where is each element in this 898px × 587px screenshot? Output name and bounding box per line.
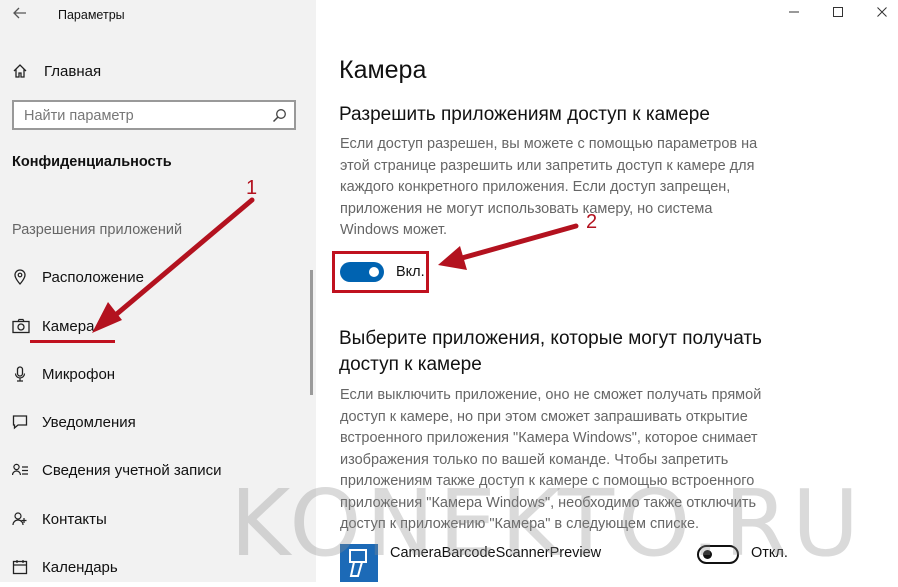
back-arrow-icon[interactable] <box>12 5 28 21</box>
annotation-highlight-box <box>332 251 429 293</box>
sidebar-item-label: Главная <box>44 62 102 80</box>
sidebar-item-account-info[interactable]: Сведения учетной записи <box>11 459 222 481</box>
choose-desc-line: встроенного приложения "Камера Windows",… <box>340 430 758 446</box>
sidebar-item-microphone[interactable]: Микрофон <box>12 363 115 385</box>
location-pin-icon <box>12 269 28 285</box>
search-icon[interactable] <box>272 108 287 123</box>
home-icon <box>12 63 28 79</box>
allow-desc-line: Если доступ разрешен, вы можете с помощь… <box>340 136 758 152</box>
choose-heading-line: Выберите приложения, которые могут получ… <box>339 328 762 349</box>
choose-desc-line: Если выключить приложение, оно не сможет… <box>340 387 762 403</box>
allow-heading: Разрешить приложениям доступ к камере <box>339 104 710 125</box>
allow-desc-line: приложения не могут использовать камеру,… <box>340 200 713 217</box>
choose-heading-line: доступ к камере <box>339 354 482 375</box>
close-icon[interactable] <box>872 4 892 22</box>
camera-icon <box>12 318 30 334</box>
sidebar-item-camera[interactable]: Камера <box>12 315 94 337</box>
group-label: Разрешения приложений <box>12 222 183 238</box>
allow-desc-line: каждого конкретного приложения. Если дос… <box>340 179 731 195</box>
minimize-icon[interactable] <box>784 4 804 22</box>
search-input[interactable]: Найти параметр <box>12 100 296 130</box>
sidebar-item-label: Камера <box>42 317 95 335</box>
sidebar-item-notifications[interactable]: Уведомления <box>12 411 136 433</box>
sidebar-item-home[interactable]: Главная <box>12 60 101 82</box>
choose-heading: Выберите приложения, которые могут получ… <box>339 326 762 378</box>
sidebar-item-calendar[interactable]: Календарь <box>12 556 118 578</box>
window-title: Параметры <box>58 8 125 22</box>
sidebar-item-label: Календарь <box>42 558 118 576</box>
choose-desc-line: изображения только по вашей команде. Что… <box>340 451 729 468</box>
chat-bubble-icon <box>12 414 28 430</box>
calendar-icon <box>12 559 28 575</box>
choose-desc-line: доступ к камере, но при этом сможет запр… <box>340 408 748 425</box>
sidebar-item-label: Уведомления <box>42 413 136 431</box>
page-title: Камера <box>339 56 427 84</box>
sidebar-item-label: Сведения учетной записи <box>42 461 222 479</box>
annotation-marker-2: 2 <box>586 211 598 233</box>
sidebar-item-location[interactable]: Расположение <box>12 266 144 288</box>
allow-desc-line: этой странице разрешить или запретить до… <box>340 157 755 174</box>
sidebar-item-label: Микрофон <box>42 365 116 383</box>
sidebar-item-label: Контакты <box>42 510 107 528</box>
allow-desc-line: Windows может. <box>340 222 448 238</box>
search-placeholder: Найти параметр <box>24 108 134 124</box>
sidebar-item-contacts[interactable]: Контакты <box>12 508 107 530</box>
allow-description: Если доступ разрешен, вы можете с помощь… <box>340 134 780 242</box>
sidebar-item-label: Расположение <box>42 268 144 286</box>
section-title: Конфиденциальность <box>12 154 172 170</box>
annotation-underline <box>30 340 115 343</box>
account-info-icon <box>11 462 28 478</box>
microphone-icon <box>12 366 28 382</box>
annotation-marker-1: 1 <box>246 177 258 199</box>
sidebar-scrollbar[interactable] <box>310 270 313 395</box>
watermark: KONEKTO.RU <box>230 470 864 577</box>
contacts-icon <box>12 511 28 527</box>
maximize-icon[interactable] <box>828 4 848 22</box>
